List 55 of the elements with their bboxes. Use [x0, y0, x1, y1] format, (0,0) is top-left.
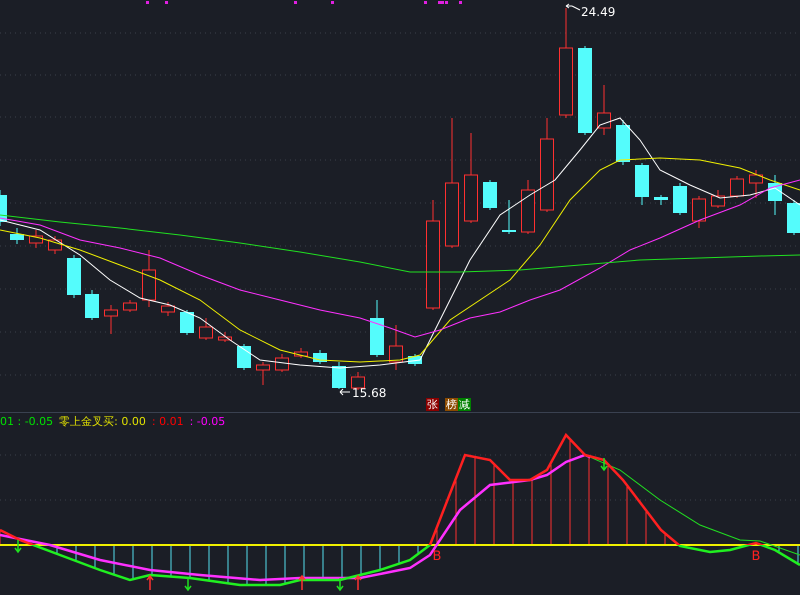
legend-value: : -0.05 [190, 414, 226, 428]
up-arrow-icon [146, 574, 154, 591]
candlestick [313, 350, 327, 364]
candlestick [597, 84, 611, 136]
candlestick [180, 310, 194, 336]
candlestick [654, 194, 668, 206]
candlestick [104, 304, 118, 334]
candlestick [237, 344, 251, 370]
candlestick [370, 300, 384, 358]
candlestick [123, 300, 137, 312]
candlestick [483, 180, 497, 210]
candlestick [10, 228, 24, 244]
down-arrow-icon [600, 457, 608, 472]
candlestick [408, 354, 422, 366]
legend-value: : 0.01 [152, 414, 184, 428]
candlestick [692, 196, 706, 228]
candlestick [673, 182, 687, 216]
candlestick [48, 236, 62, 254]
candlestick [161, 302, 175, 316]
candlestick [256, 362, 270, 386]
legend-value: 零上金叉买: 0.00 [59, 414, 146, 428]
candlestick [389, 324, 403, 370]
down-arrow-icon [14, 539, 22, 554]
candlestick [730, 176, 744, 198]
candlestick [85, 290, 99, 320]
low-price-label: 15.68 [352, 386, 386, 398]
candlestick [521, 180, 535, 234]
down-arrow-icon [184, 577, 192, 592]
candlestick [711, 190, 725, 208]
candlestick [199, 318, 213, 340]
candlestick [218, 332, 232, 342]
candlestick [502, 200, 516, 234]
candlestick [332, 362, 346, 390]
candlestick [275, 354, 289, 372]
tag-badge: 减 [458, 398, 471, 411]
candlestick [67, 254, 81, 298]
down-arrow-icon [336, 577, 344, 592]
tag-badge: 张 [426, 398, 439, 411]
pointer-icon [566, 4, 580, 10]
up-arrow-icon [354, 574, 362, 591]
buy-signal-label: B [752, 549, 760, 564]
candlestick [635, 162, 649, 206]
candlestick [768, 174, 782, 216]
candlestick [29, 230, 43, 248]
candlestick [749, 170, 763, 198]
pointer-icon [340, 388, 350, 396]
candlestick [142, 250, 156, 308]
legend-value: 01 : -0.05 [0, 414, 54, 428]
candlestick [787, 200, 800, 236]
candlestick [616, 120, 630, 166]
high-price-label: 24.49 [581, 5, 616, 19]
buy-signal-label: B [432, 549, 442, 564]
up-arrow-icon [298, 574, 306, 591]
tag-badge: 榜 [445, 398, 458, 411]
candlestick [294, 348, 308, 358]
